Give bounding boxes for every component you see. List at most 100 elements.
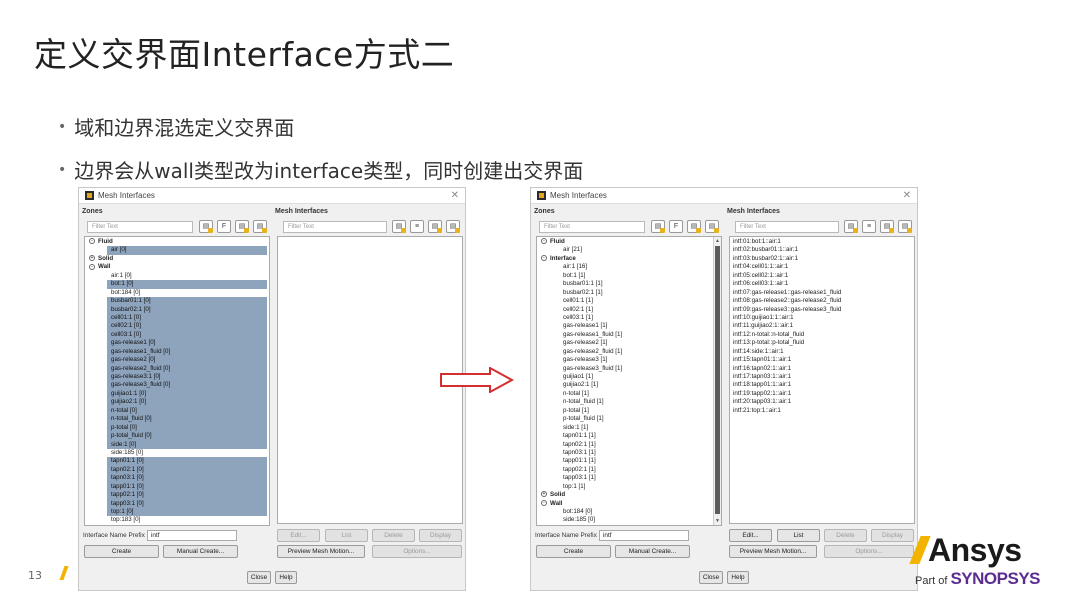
deselect-icon[interactable]: ▤ [687, 220, 701, 233]
zone-row[interactable]: tapn03:1 [0] [107, 474, 267, 483]
zone-row[interactable]: gas-release2_fluid [0] [107, 364, 267, 373]
zone-row[interactable]: n-total_fluid [0] [107, 415, 267, 424]
collapse-icon[interactable]: - [89, 238, 95, 245]
interface-row[interactable]: intf:14:side:1::air:1 [733, 348, 914, 356]
interface-row[interactable]: intf:03:busbar02:1::air:1 [733, 255, 914, 263]
zones-filter-input[interactable]: Filter Text [539, 221, 645, 233]
deselect-icon[interactable]: ▤ [880, 220, 894, 233]
interface-row[interactable]: intf:09:gas-release3::gas-release3_fluid [733, 306, 914, 314]
zone-row[interactable]: tapn01:1 [1] [537, 432, 711, 440]
zone-row[interactable]: gas-release1 [1] [537, 322, 711, 330]
display-button[interactable]: Display [871, 529, 914, 542]
interface-row[interactable]: intf:17:tapn03:1::air:1 [733, 373, 914, 381]
interface-row[interactable]: intf:13:p-total::p-total_fluid [733, 339, 914, 347]
select-all-icon[interactable]: ▤ [844, 220, 858, 233]
zones-filter-input[interactable]: Filter Text [87, 221, 193, 233]
zones-scrollbar[interactable]: ▲ ▼ [713, 237, 721, 525]
zone-row[interactable]: bot:1 [1] [537, 272, 711, 280]
zone-row[interactable]: top:183 [0] [85, 516, 259, 524]
prefix-input[interactable]: intf [147, 530, 237, 541]
zone-row[interactable]: guijiao1 [1] [537, 373, 711, 381]
zone-row[interactable]: n-total [0] [107, 406, 267, 416]
manual-create-button[interactable]: Manual Create... [163, 545, 238, 558]
zone-group-row[interactable]: - Fluid [537, 238, 711, 246]
interface-row[interactable]: intf:08:gas-release2::gas-release2_fluid [733, 297, 914, 305]
zone-row[interactable]: busbar01:1 [1] [537, 280, 711, 288]
preview-mesh-motion-button[interactable]: Preview Mesh Motion... [729, 545, 817, 558]
zone-row[interactable]: tapn02:1 [1] [537, 441, 711, 449]
close-button[interactable]: Close [247, 571, 271, 584]
interface-row[interactable]: intf:20:tapp03:1::air:1 [733, 398, 914, 406]
zone-row[interactable]: guijiao2:1 [0] [107, 398, 267, 407]
zone-row[interactable]: p-total_fluid [1] [537, 415, 711, 423]
zone-row[interactable]: air [0] [107, 246, 267, 255]
collapse-icon[interactable]: - [541, 255, 547, 262]
zone-row[interactable]: cell01:1 [1] [537, 297, 711, 305]
zone-row[interactable]: p-total [1] [537, 407, 711, 415]
zone-row[interactable]: air:1 [16] [537, 263, 711, 271]
zone-row[interactable]: tapp02:1 [0] [107, 491, 267, 500]
zone-row[interactable]: cell02:1 [1] [537, 306, 711, 314]
interface-row[interactable]: intf:21:top:1::air:1 [733, 407, 914, 415]
zone-row[interactable]: cell01:1 [0] [107, 313, 267, 323]
delete-button[interactable]: Delete [824, 529, 867, 542]
select-all-icon[interactable]: ▤ [651, 220, 665, 233]
list-button[interactable]: List [777, 529, 820, 542]
zone-row[interactable]: tapn02:1 [0] [107, 465, 267, 475]
options-icon[interactable]: ▤ [253, 220, 267, 233]
manual-create-button[interactable]: Manual Create... [615, 545, 690, 558]
interface-row[interactable]: intf:02:busbar01:1::air:1 [733, 246, 914, 254]
zones-list[interactable]: ▲ ▼ - Fluid air [21] - Interface air:1 [16] bo… [536, 236, 722, 526]
zone-row[interactable]: bot:1 [0] [107, 280, 267, 289]
zone-row[interactable]: gas-release3_fluid [1] [537, 365, 711, 373]
scroll-thumb[interactable] [715, 246, 720, 514]
zone-group-row[interactable]: - Wall [85, 263, 259, 271]
zone-row[interactable]: cell03:1 [0] [107, 330, 267, 340]
options-button[interactable]: Options... [824, 545, 914, 558]
prefix-input[interactable]: intf [599, 530, 689, 541]
help-button[interactable]: Help [275, 571, 297, 584]
zone-row[interactable]: side:1 [1] [537, 424, 711, 432]
options-icon[interactable]: ▤ [898, 220, 912, 233]
zone-row[interactable]: gas-release3:1 [0] [107, 373, 267, 382]
zone-row[interactable]: gas-release1 [0] [107, 339, 267, 348]
zone-row[interactable]: bot:184 [0] [85, 289, 259, 297]
interface-row[interactable]: intf:18:tapp01:1::air:1 [733, 381, 914, 389]
collapse-icon[interactable]: - [89, 263, 95, 270]
zone-row[interactable]: guijiao2:1 [1] [537, 381, 711, 389]
select-all-icon[interactable]: ▤ [199, 220, 213, 233]
filter-icon[interactable]: F [217, 220, 231, 233]
help-button[interactable]: Help [727, 571, 749, 584]
collapse-icon[interactable]: - [541, 238, 547, 245]
zone-row[interactable]: busbar02:1 [0] [107, 305, 267, 314]
filter-icon[interactable]: F [669, 220, 683, 233]
zone-row[interactable]: guijiao1:1 [0] [107, 389, 267, 399]
interface-row[interactable]: intf:07:gas-release1::gas-release1_fluid [733, 289, 914, 297]
interface-row[interactable]: intf:06:cell03:1::air:1 [733, 280, 914, 288]
zone-row[interactable]: tapn03:1 [1] [537, 449, 711, 457]
preview-mesh-motion-button[interactable]: Preview Mesh Motion... [277, 545, 365, 558]
edit-button[interactable]: Edit... [277, 529, 320, 542]
close-icon[interactable]: ✕ [451, 190, 459, 201]
mesh-interfaces-list[interactable]: intf:01:bot:1::air:1 intf:02:busbar01:1::… [729, 236, 915, 524]
delete-button[interactable]: Delete [372, 529, 415, 542]
deselect-icon[interactable]: ▤ [235, 220, 249, 233]
zone-row[interactable]: tapp01:1 [1] [537, 457, 711, 465]
zone-row[interactable]: gas-release2 [1] [537, 339, 711, 347]
interface-row[interactable]: intf:05:cell02:1::air:1 [733, 272, 914, 280]
close-button[interactable]: Close [699, 571, 723, 584]
interface-row[interactable]: intf:10:guijiao1:1::air:1 [733, 314, 914, 322]
expand-icon[interactable]: + [541, 491, 547, 498]
zone-row[interactable]: tapp03:1 [1] [537, 474, 711, 482]
zone-row[interactable]: p-total [0] [107, 423, 267, 433]
close-icon[interactable]: ✕ [903, 190, 911, 201]
zone-row[interactable]: cell02:1 [0] [107, 322, 267, 331]
zone-row[interactable]: gas-release2 [0] [107, 356, 267, 365]
zone-group-row[interactable]: - Interface [537, 255, 711, 263]
scroll-down-icon[interactable]: ▼ [714, 517, 721, 525]
zone-row[interactable]: side:1 [0] [107, 440, 267, 449]
interface-row[interactable]: intf:01:bot:1::air:1 [733, 238, 914, 246]
zone-row[interactable]: air [21] [537, 246, 711, 254]
zone-row[interactable]: side:185 [0] [537, 516, 711, 524]
zone-row[interactable]: tapp03:1 [0] [107, 499, 267, 508]
